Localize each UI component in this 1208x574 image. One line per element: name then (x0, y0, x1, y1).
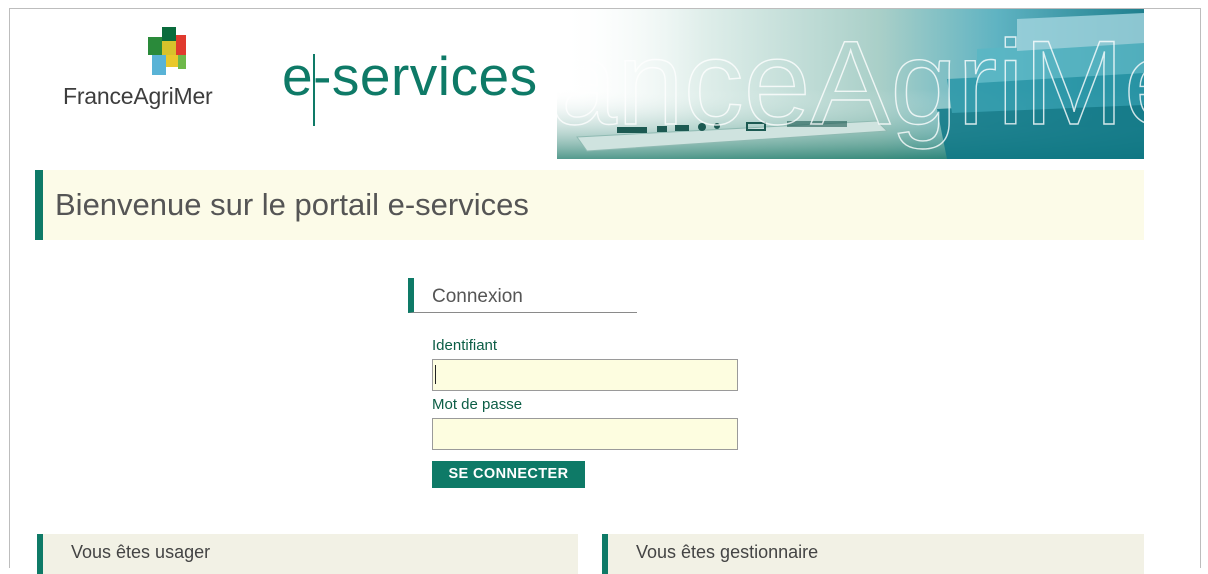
banner-image: FranceAgriMer (557, 9, 1144, 159)
welcome-banner: Bienvenue sur le portail e-services (35, 170, 1144, 240)
manager-section-title: Vous êtes gestionnaire (636, 542, 819, 562)
site-header: FranceAgriMer e-services anceAgriM (25, 9, 1144, 159)
username-input[interactable] (432, 359, 738, 391)
banner-watermark: FranceAgriMer (557, 16, 1144, 150)
login-title: Connexion (432, 286, 523, 307)
user-section-title: Vous êtes usager (71, 542, 211, 562)
franceagrimer-logo-icon (148, 27, 186, 75)
text-cursor (435, 365, 436, 384)
username-field-wrapper (432, 359, 738, 391)
login-header: Connexion (408, 278, 637, 313)
password-input[interactable] (432, 418, 738, 450)
username-label: Identifiant (432, 337, 498, 354)
page-title: Bienvenue sur le portail e-services (55, 187, 529, 222)
password-label: Mot de passe (432, 396, 523, 413)
manager-section: Vous êtes gestionnaire (602, 534, 1144, 574)
brand-name: FranceAgriMer (63, 83, 213, 109)
user-section: Vous êtes usager (37, 534, 578, 574)
product-title: e-services (282, 45, 538, 107)
login-button[interactable]: SE CONNECTER (432, 461, 585, 488)
